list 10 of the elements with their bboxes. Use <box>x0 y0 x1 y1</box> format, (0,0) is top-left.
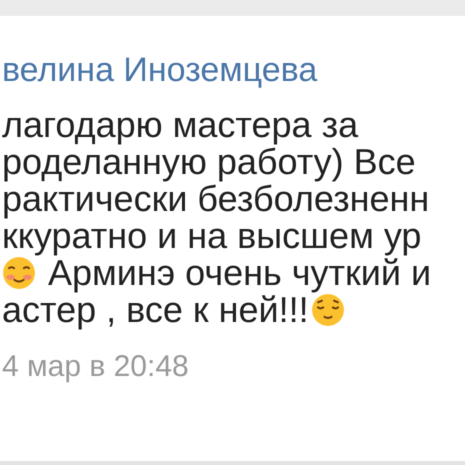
comment-text-line: ккуратно и на высшем ур <box>2 217 422 254</box>
comment-text-line: лагодарю мастера за <box>2 106 358 143</box>
comment-text-line: Арминэ очень чуткий и <box>48 254 432 291</box>
author-name[interactable]: велина Иноземцева <box>2 51 465 89</box>
comment-text-line: роделанную работу) Все <box>2 143 416 180</box>
comment-text-line: астер , все к ней!!! <box>2 291 309 328</box>
smiley-icon <box>2 256 36 290</box>
smiley-icon <box>310 292 345 326</box>
comment-time: 4 мар в 20:48 <box>2 350 190 384</box>
comment-text-line: рактически безболезненн <box>2 180 430 217</box>
